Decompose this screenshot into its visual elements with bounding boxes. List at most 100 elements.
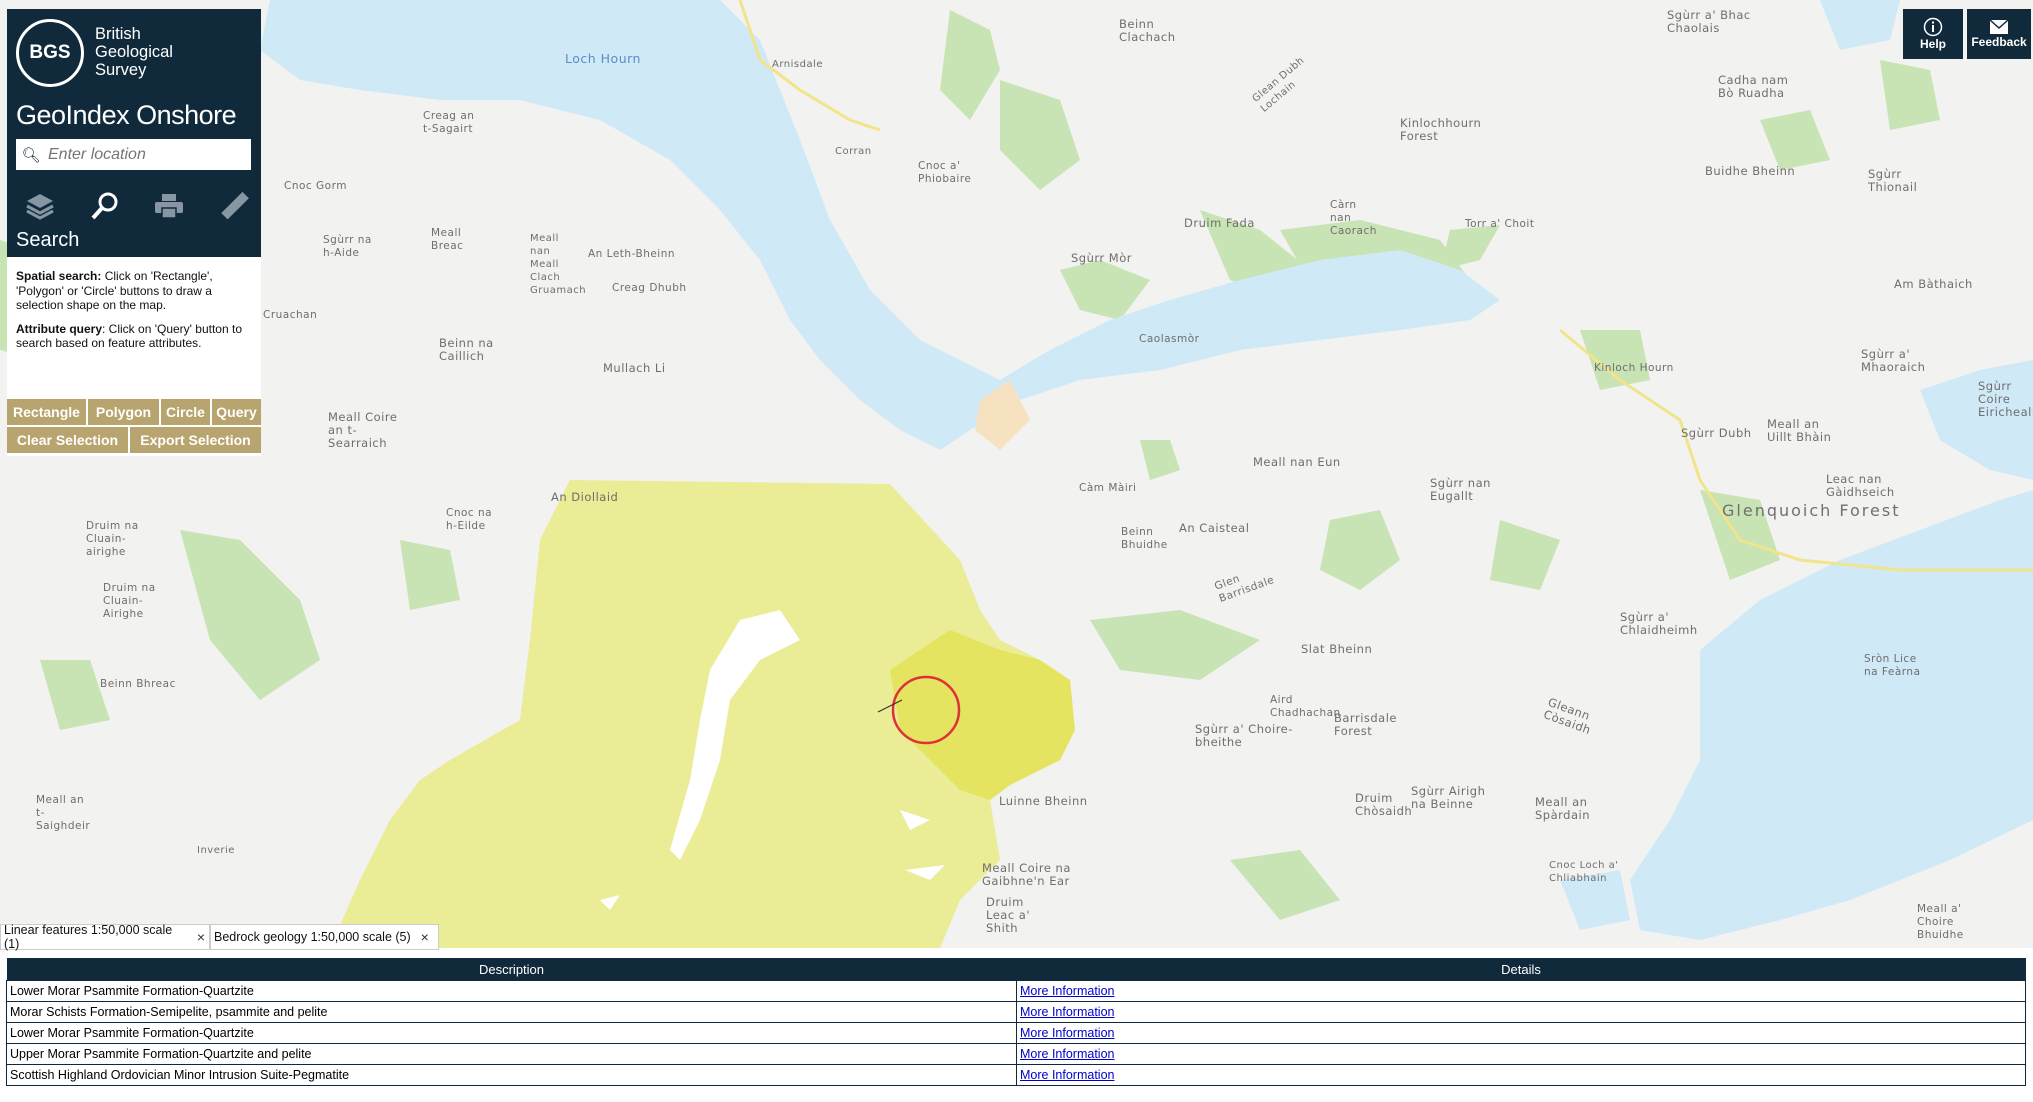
map-label: Meall Coire an t-Searraich bbox=[328, 410, 398, 450]
org-line: British bbox=[95, 25, 141, 43]
description-cell: Upper Morar Psammite Formation-Quartzite… bbox=[6, 1043, 1017, 1065]
info-icon bbox=[1923, 17, 1943, 37]
search-panel: BGS British Geological Survey GeoIndex O… bbox=[7, 9, 261, 456]
org-line: Geological bbox=[95, 43, 173, 61]
active-tool-label: Search bbox=[16, 229, 80, 251]
map-label: Sgùrr Mòr bbox=[1071, 251, 1132, 265]
table-row: Lower Morar Psammite Formation-Quartzite… bbox=[6, 1022, 2026, 1044]
map-label: Druim na Cluain-airighe bbox=[86, 520, 139, 558]
map-label: Torr a' Choit bbox=[1465, 218, 1535, 230]
selection-buttons: Rectangle Polygon Circle Query Clear Sel… bbox=[7, 399, 261, 455]
map-label: Loch Hourn bbox=[565, 51, 641, 66]
map-label: Luinne Bheinn bbox=[999, 794, 1088, 808]
map-label: Buidhe Bheinn bbox=[1705, 164, 1796, 178]
map-label: Sgùrr Dubh bbox=[1681, 426, 1752, 440]
tab-label: Linear features 1:50,000 scale (1) bbox=[4, 923, 173, 951]
description-cell: Lower Morar Psammite Formation-Quartzite bbox=[6, 980, 1017, 1002]
map-label: Beinn Bhreac bbox=[100, 678, 176, 690]
map-label: An Caisteal bbox=[1179, 521, 1250, 535]
bgs-logo: BGS bbox=[16, 19, 84, 87]
map-label: Càrn nan Caorach bbox=[1330, 199, 1377, 237]
search-tool-icon[interactable] bbox=[86, 187, 124, 225]
map-label: Cnoc Loch a' Chliabhain bbox=[1549, 860, 1619, 884]
query-button[interactable]: Query bbox=[212, 399, 261, 427]
details-cell: More Information bbox=[1016, 1043, 2026, 1065]
more-information-link[interactable]: More Information bbox=[1020, 984, 1114, 998]
map-label: Slat Bheinn bbox=[1301, 642, 1373, 656]
location-input[interactable] bbox=[46, 144, 245, 165]
tab-bedrock-geology[interactable]: Bedrock geology 1:50,000 scale (5) × bbox=[210, 924, 439, 950]
details-cell: More Information bbox=[1016, 1064, 2026, 1086]
map-label: Sgùrr nan Eugallt bbox=[1430, 476, 1491, 503]
map-label: Creag Dhubh bbox=[612, 282, 687, 294]
map-label: Creag an t-Sagairt bbox=[423, 110, 475, 135]
table-row: Upper Morar Psammite Formation-Quartzite… bbox=[6, 1043, 2026, 1065]
more-information-link[interactable]: More Information bbox=[1020, 1068, 1114, 1082]
map-label: Arnisdale bbox=[772, 59, 824, 70]
map-label: Am Bàthaich bbox=[1894, 277, 1973, 291]
help-label: Help bbox=[1919, 37, 1946, 51]
map-label: Beinn na Caillich bbox=[439, 336, 494, 363]
map-label: Inverie bbox=[197, 845, 235, 856]
envelope-icon bbox=[1989, 19, 2009, 34]
location-search[interactable]: 🔍︎ bbox=[16, 139, 251, 170]
map-label: Sgùrr Airigh na Beinne bbox=[1411, 784, 1486, 811]
result-tabs: Linear features 1:50,000 scale (1) × Bed… bbox=[0, 923, 439, 951]
print-icon[interactable] bbox=[150, 187, 188, 225]
close-icon[interactable]: × bbox=[421, 929, 429, 945]
map-label: Sgùrr Coire Eirichealla bbox=[1978, 379, 2033, 419]
map-label: Meall an t-Saighdeir bbox=[36, 794, 91, 832]
feedback-button[interactable]: Feedback bbox=[1967, 9, 2031, 59]
measure-icon[interactable] bbox=[215, 187, 253, 225]
column-header: Details bbox=[1016, 958, 2026, 981]
circle-button[interactable]: Circle bbox=[161, 399, 212, 427]
tab-label: Bedrock geology 1:50,000 scale (5) bbox=[214, 930, 411, 944]
organisation-name: British Geological Survey bbox=[95, 25, 173, 79]
map-label: Cnoc na h-Eilde bbox=[446, 507, 493, 532]
map-label: Druim Chòsaidh bbox=[1355, 791, 1413, 818]
close-icon[interactable]: × bbox=[197, 929, 205, 945]
description-cell: Scottish Highland Ordovician Minor Intru… bbox=[6, 1064, 1017, 1086]
table-row: Morar Schists Formation-Semipelite, psam… bbox=[6, 1001, 2026, 1023]
table-row: Lower Morar Psammite Formation-Quartzite… bbox=[6, 980, 2026, 1002]
map-label: Kinlochhourn Forest bbox=[1400, 116, 1482, 143]
map-label: Cnoc Gorm bbox=[284, 180, 347, 192]
map-label: An Leth-Bheinn bbox=[588, 248, 676, 260]
map-label: Leac nan Gàidhseich bbox=[1826, 472, 1895, 499]
attribute-help: Attribute query: Click on 'Query' button… bbox=[16, 322, 253, 351]
details-cell: More Information bbox=[1016, 1001, 2026, 1023]
panel-header: BGS British Geological Survey GeoIndex O… bbox=[7, 9, 261, 257]
rectangle-button[interactable]: Rectangle bbox=[7, 399, 88, 427]
column-header: Description bbox=[6, 958, 1017, 981]
map-label: Sgùrr a' Bhac Chaolais bbox=[1667, 8, 1751, 35]
more-information-link[interactable]: More Information bbox=[1020, 1047, 1114, 1061]
export-selection-button[interactable]: Export Selection bbox=[130, 427, 261, 455]
tab-linear-features[interactable]: Linear features 1:50,000 scale (1) × bbox=[0, 923, 210, 951]
map-label: Mullach Li bbox=[603, 361, 666, 375]
map-label: Druim Fada bbox=[1184, 216, 1255, 230]
layers-icon[interactable] bbox=[21, 187, 59, 225]
map-label: Druim Leac a' Shith bbox=[986, 895, 1031, 935]
map-label: Beinn Bhuidhe bbox=[1121, 526, 1168, 551]
map-label: Druim na Cluain-Airighe bbox=[103, 582, 156, 620]
map-label: Sgùrr na h-Aide bbox=[323, 234, 372, 259]
polygon-button[interactable]: Polygon bbox=[88, 399, 161, 427]
map-label: Cruachan bbox=[263, 309, 318, 321]
map-label: An Diollaid bbox=[551, 490, 619, 504]
help-button[interactable]: Help bbox=[1903, 9, 1963, 59]
map-label: Meall an Uillt Bhàin bbox=[1767, 417, 1832, 444]
map-label: Kinloch Hourn bbox=[1594, 362, 1674, 374]
more-information-link[interactable]: More Information bbox=[1020, 1026, 1114, 1040]
map-label: Barrisdale Forest bbox=[1334, 711, 1397, 738]
map-label: Beinn Clachach bbox=[1119, 17, 1176, 44]
map-label: Meall nan Meall Clach Gruamach bbox=[530, 233, 587, 296]
map-label: Glenquoich Forest bbox=[1722, 501, 1901, 520]
map-label: Meall Coire na Gaibhne'n Ear bbox=[982, 861, 1071, 888]
map-canvas[interactable]: Loch Hourn Beinn Clachach Sgùrr a' Bhac … bbox=[0, 0, 2033, 948]
clear-selection-button[interactable]: Clear Selection bbox=[7, 427, 130, 455]
more-information-link[interactable]: More Information bbox=[1020, 1005, 1114, 1019]
description-cell: Morar Schists Formation-Semipelite, psam… bbox=[6, 1001, 1017, 1023]
search-icon: 🔍︎ bbox=[21, 146, 41, 164]
map-label: Cadha nam Bò Ruadha bbox=[1718, 73, 1789, 100]
attribute-title: Attribute query bbox=[16, 321, 103, 336]
